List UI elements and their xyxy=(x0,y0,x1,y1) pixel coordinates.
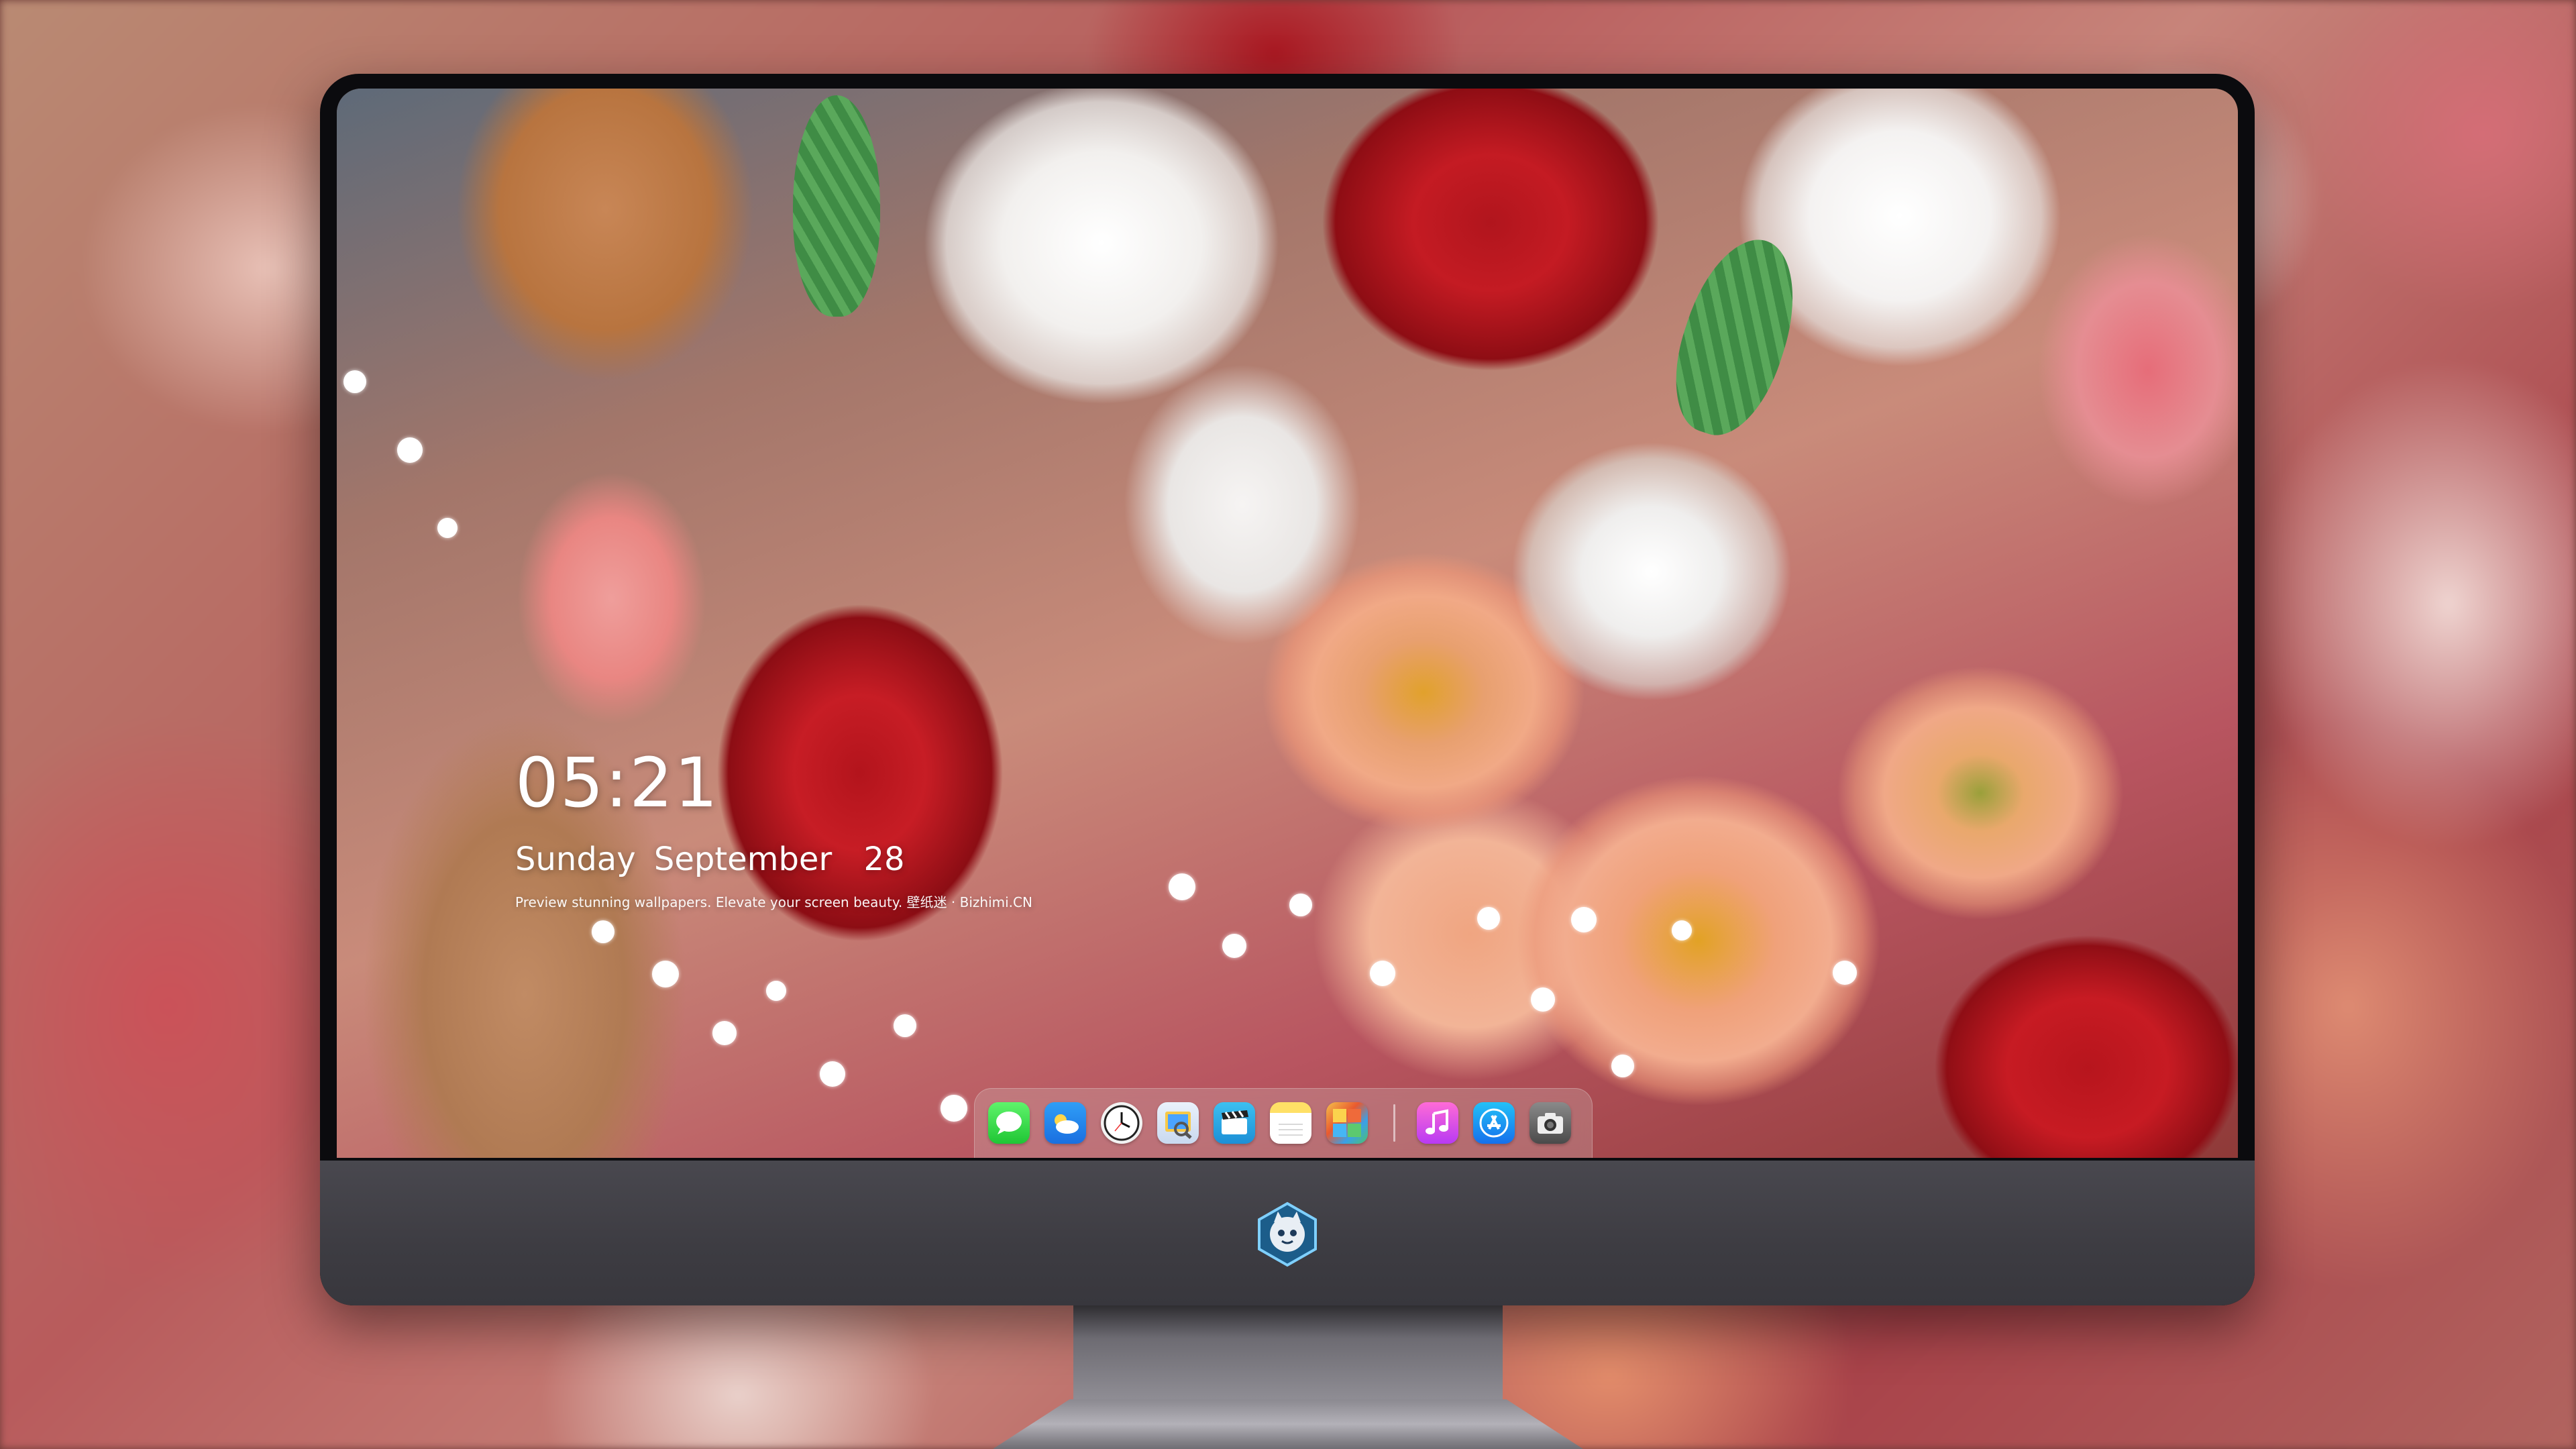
green-bud xyxy=(793,95,880,317)
photo-booth-icon[interactable] xyxy=(1326,1102,1368,1144)
clock-subtitle: Preview stunning wallpapers. Elevate you… xyxy=(515,894,1032,910)
clock-day: Sunday xyxy=(515,841,636,878)
baby-breath xyxy=(592,920,614,943)
baby-breath xyxy=(1222,934,1246,958)
app-store-icon[interactable] xyxy=(1473,1102,1515,1144)
clock-widget: 05:21 Sunday September 28 Preview stunni… xyxy=(515,743,1032,910)
baby-breath xyxy=(343,370,366,393)
baby-breath xyxy=(1833,961,1857,985)
messages-icon[interactable] xyxy=(988,1102,1030,1144)
baby-breath xyxy=(1169,873,1195,900)
baby-breath xyxy=(437,518,458,538)
notes-icon[interactable] xyxy=(1270,1102,1311,1144)
camera-icon[interactable] xyxy=(1529,1102,1571,1144)
baby-breath xyxy=(1531,987,1555,1012)
monitor: 05:21 Sunday September 28 Preview stunni… xyxy=(320,74,2255,1305)
preview-icon[interactable] xyxy=(1157,1102,1199,1144)
music-icon[interactable] xyxy=(1417,1102,1458,1144)
baby-breath xyxy=(1477,907,1500,930)
dock-separator xyxy=(1393,1104,1395,1142)
clock-date: Sunday September 28 xyxy=(515,843,1032,875)
dock xyxy=(974,1088,1593,1158)
baby-breath xyxy=(1672,920,1692,941)
baby-breath xyxy=(820,1061,845,1087)
monitor-stand-neck xyxy=(1073,1305,1503,1399)
baby-breath xyxy=(766,981,786,1001)
clock-icon[interactable] xyxy=(1101,1102,1142,1144)
monitor-stand-base xyxy=(993,1399,1583,1449)
green-bud xyxy=(1656,225,1815,448)
baby-breath xyxy=(652,961,679,987)
dock-icons xyxy=(988,1102,1586,1144)
clock-time: 05:21 xyxy=(515,743,719,823)
clips-icon[interactable] xyxy=(1214,1102,1255,1144)
clock-month: September xyxy=(653,841,833,878)
baby-breath xyxy=(1611,1055,1634,1077)
baby-breath xyxy=(894,1014,916,1037)
baby-breath xyxy=(712,1021,737,1045)
monitor-chin xyxy=(320,1161,2255,1305)
mascot-logo-icon xyxy=(1254,1201,1321,1268)
baby-breath xyxy=(1571,907,1597,932)
baby-breath xyxy=(941,1095,967,1122)
desktop-screen: 05:21 Sunday September 28 Preview stunni… xyxy=(337,89,2238,1158)
baby-breath xyxy=(397,437,423,463)
desktop-wallpaper xyxy=(337,89,2238,1158)
clock-day-number: 28 xyxy=(863,841,905,878)
weather-icon[interactable] xyxy=(1044,1102,1086,1144)
baby-breath xyxy=(1370,961,1395,986)
baby-breath xyxy=(1289,894,1312,916)
